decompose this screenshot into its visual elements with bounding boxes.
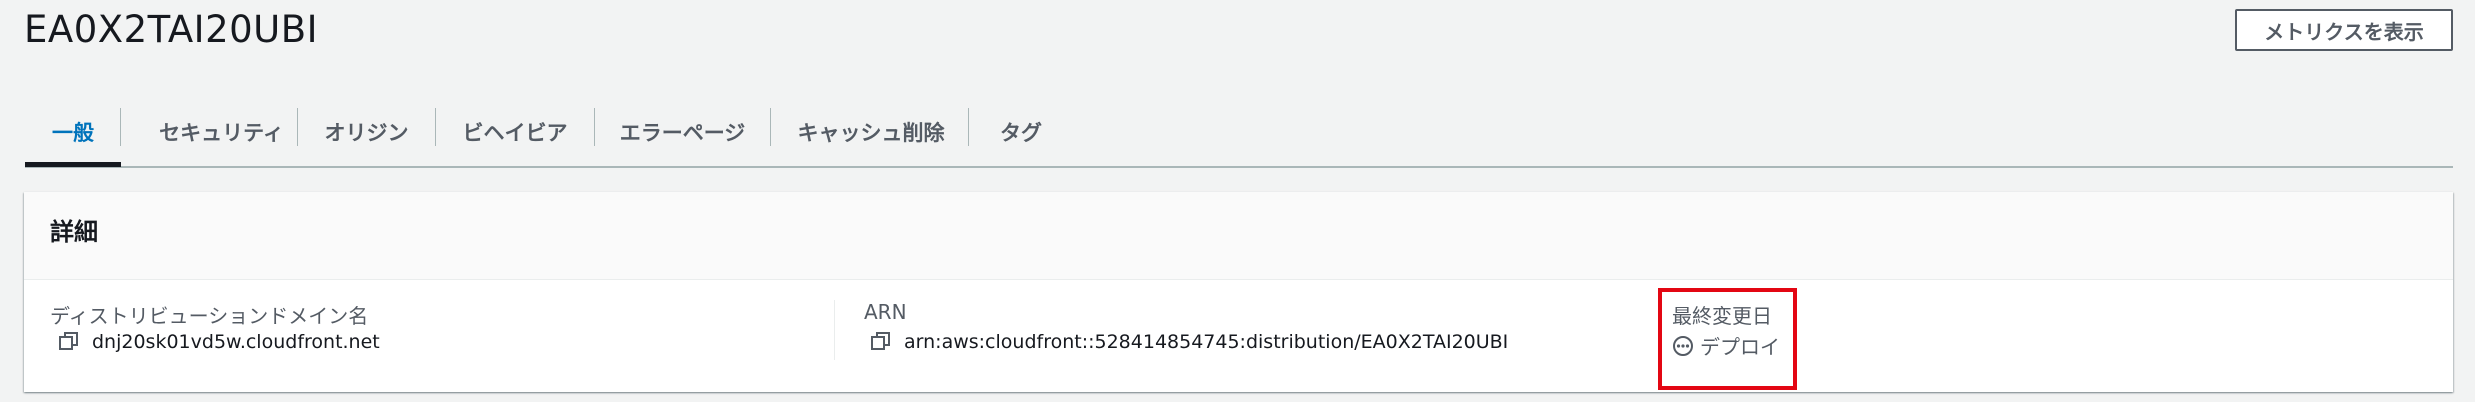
deploy-status: デプロイ [1700, 335, 1780, 359]
arn-value: arn:aws:cloudfront::528414854745:distrib… [904, 331, 1509, 353]
details-panel-header: 詳細 [24, 192, 2453, 280]
details-panel: 詳細 ディストリビューションドメイン名 dnj20sk01vd5w.cloudf… [24, 192, 2453, 392]
tab-invalidations[interactable]: キャッシュ削除 [771, 100, 971, 164]
tab-origins[interactable]: オリジン [298, 100, 435, 164]
last-modified-field: デプロイ [1672, 331, 1780, 360]
last-modified-label: 最終変更日 [1672, 304, 1772, 328]
arn-label: ARN [864, 300, 907, 324]
domain-name-value: dnj20sk01vd5w.cloudfront.net [92, 331, 380, 353]
tab-bar: 一般 セキュリティ オリジン ビヘイビア エラーページ キャッシュ削除 タグ [25, 100, 2453, 168]
details-panel-title: 詳細 [50, 218, 98, 246]
arn-field: arn:aws:cloudfront::528414854745:distrib… [870, 331, 1508, 353]
in-progress-icon [1672, 335, 1694, 357]
tab-tags[interactable]: タグ [969, 100, 1073, 164]
tab-security[interactable]: セキュリティ [121, 100, 322, 164]
copy-icon[interactable] [58, 331, 80, 353]
tab-error-pages[interactable]: エラーページ [595, 100, 770, 164]
domain-name-label: ディストリビューションドメイン名 [50, 304, 369, 328]
domain-name-field: dnj20sk01vd5w.cloudfront.net [58, 331, 380, 353]
tab-behaviors[interactable]: ビヘイビア [436, 100, 594, 164]
tab-general[interactable]: 一般 [25, 100, 121, 167]
page-title: EA0X2TAI20UBI [24, 8, 319, 51]
view-metrics-button[interactable]: メトリクスを表示 [2235, 9, 2453, 51]
copy-icon[interactable] [870, 331, 892, 353]
column-divider [834, 300, 835, 360]
